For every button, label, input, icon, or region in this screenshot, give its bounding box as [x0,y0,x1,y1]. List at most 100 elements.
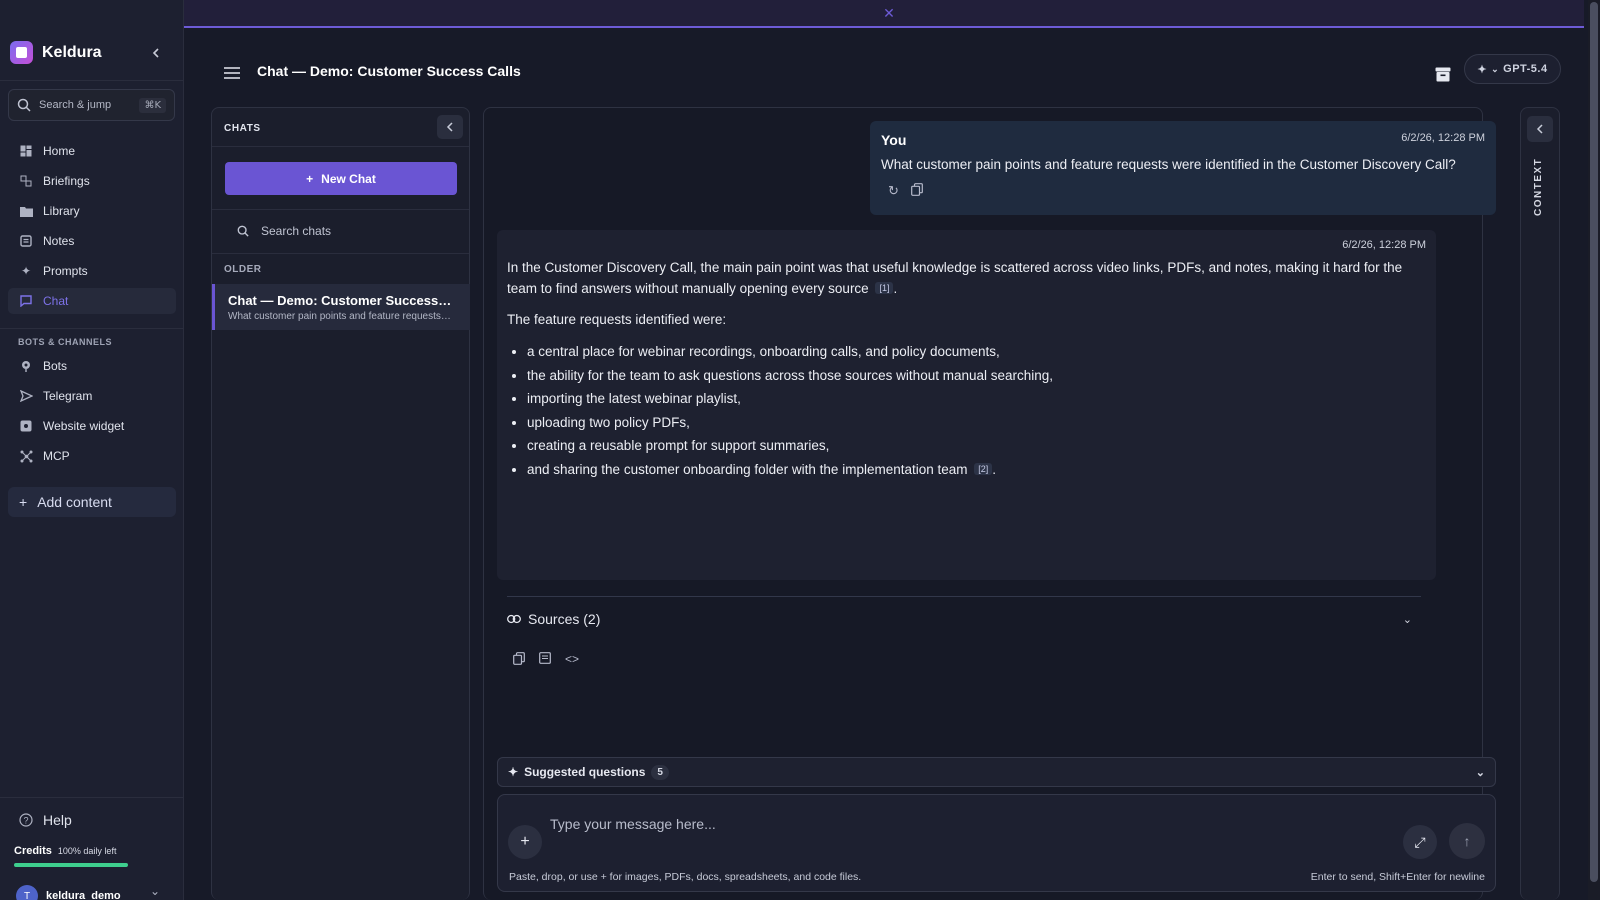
list-item: uploading two policy PDFs, [527,411,1422,435]
help-icon: ? [19,813,33,827]
context-label: CONTEXT [1533,157,1544,216]
credits-label: Credits [14,845,52,857]
sidebar-item-prompts[interactable]: ✦ Prompts [8,258,176,284]
divider [212,146,469,147]
sidebar-item-label: Chat [43,294,69,308]
sidebar-item-label: Briefings [43,174,90,188]
search-jump-button[interactable]: Search & jump ⌘K [8,89,175,121]
sparkle-icon: ✦ [20,264,32,278]
list-item-text: and sharing the customer onboarding fold… [527,461,968,477]
sidebar-item-notes[interactable]: Notes [8,228,176,254]
help-label: Help [43,812,72,828]
citation-badge[interactable]: [2] [974,462,993,475]
chat-list-item[interactable]: Chat — Demo: Customer Success Calls What… [212,284,470,330]
add-content-label: Add content [37,494,112,510]
suggested-questions-toggle[interactable]: ✦ Suggested questions 5 ⌄ [497,757,1496,787]
header: Chat — Demo: Customer Success Calls ✦ ⌄ … [184,30,1584,110]
sidebar-item-label: MCP [43,449,70,463]
sparkle-icon: ✦ [1477,63,1488,76]
telegram-icon [19,389,33,403]
retry-icon[interactable]: ↻ [888,183,899,199]
user-message: You 6/2/26, 12:28 PM What customer pain … [870,121,1496,215]
plus-icon: + [306,171,314,186]
expand-icon: ⤢ [1414,833,1426,850]
help-button[interactable]: ? Help [19,812,72,828]
close-icon[interactable]: ✕ [883,5,895,22]
list-item: and sharing the customer onboarding fold… [527,458,1422,482]
plus-icon: + [19,494,28,510]
briefings-icon [19,174,33,188]
sidebar-item-label: Library [43,204,80,218]
home-icon [19,144,33,158]
chevron-left-icon [152,48,159,58]
new-chat-label: New Chat [321,171,376,186]
sidebar-item-home[interactable]: Home [8,138,176,164]
sidebar-item-chat[interactable]: Chat [8,288,176,314]
sidebar-collapse-button[interactable] [144,43,168,63]
attach-button[interactable]: + [508,825,542,859]
shortcut-badge: ⌘K [139,97,166,113]
expand-button[interactable]: ⤢ [1403,825,1437,859]
sidebar-item-label: Prompts [43,264,88,278]
sidebar-item-label: Home [43,144,76,158]
chevron-down-icon[interactable]: ⌄ [150,884,160,898]
add-content-button[interactable]: + Add content [8,487,176,517]
chat-list-item-title: Chat — Demo: Customer Success Calls [228,293,453,308]
sources-label: Sources (2) [528,611,601,627]
sources-toggle[interactable]: Sources (2) ⌄ [507,611,1412,627]
list-item: creating a reusable prompt for support s… [527,434,1422,458]
context-expand-button[interactable] [1527,116,1553,142]
citation-badge[interactable]: [1] [875,282,894,294]
search-chats-input[interactable]: Search chats [225,216,457,246]
search-icon [17,98,31,112]
assistant-message: 6/2/26, 12:28 PM In the Customer Discove… [497,230,1436,666]
scrollbar-thumb[interactable] [1590,2,1598,882]
message-input[interactable] [550,811,1370,837]
brand[interactable]: Keldura [10,41,102,64]
arrow-up-icon: ↑ [1463,833,1471,849]
archive-button[interactable] [1432,63,1454,85]
chevron-left-icon [446,122,453,132]
chevron-down-icon: ⌄ [1475,766,1485,779]
page-title: Chat — Demo: Customer Success Calls [257,63,521,79]
sidebar-item-bots[interactable]: Bots [8,353,176,379]
sidebar-item-library[interactable]: Library [8,198,176,224]
sidebar-item-label: Telegram [43,389,93,403]
sidebar-item-telegram[interactable]: Telegram [8,383,176,409]
sidebar-item-label: Bots [43,359,68,373]
save-note-icon[interactable] [539,652,551,668]
message-paragraph: The feature requests identified were: [507,312,727,327]
credits: Credits 100% daily left [14,845,116,857]
bot-icon [19,359,33,373]
chats-title: CHATS [224,123,261,134]
copy-icon[interactable] [911,183,923,199]
message-paragraph: In the Customer Discovery Call, the main… [507,260,1403,296]
paragraph-text: In the Customer Discovery Call, the main… [507,260,1403,296]
archive-icon [1435,67,1451,81]
widget-icon [19,419,33,433]
list-item: a central place for webinar recordings, … [527,340,1422,364]
message-body: In the Customer Discovery Call, the main… [507,257,1422,481]
chat-list-item-preview: What customer pain points and feature re… [228,311,453,322]
avatar: T [16,885,38,900]
send-button[interactable]: ↑ [1449,823,1485,859]
sidebar-item-mcp[interactable]: MCP [8,443,176,469]
menu-icon[interactable] [224,64,240,84]
sidebar: Keldura Search & jump ⌘K Home Briefings … [0,0,184,900]
credits-value: 100% daily left [57,846,117,856]
chevron-left-icon [1536,124,1543,134]
group-label: OLDER [224,264,262,275]
code-icon[interactable]: <> [565,652,579,668]
chats-collapse-button[interactable] [437,115,463,139]
new-chat-button[interactable]: + New Chat [225,162,457,195]
sidebar-item-briefings[interactable]: Briefings [8,168,176,194]
scrollbar[interactable] [1588,0,1600,900]
message-actions: ↻ [888,183,923,199]
user-menu[interactable]: T keldura_demo [16,885,121,900]
sidebar-item-website-widget[interactable]: Website widget [8,413,176,439]
copy-icon[interactable] [513,652,525,668]
message-actions: <> [513,652,579,668]
model-selector[interactable]: ✦ ⌄ GPT-5.4 [1464,54,1561,84]
folder-icon [19,204,33,218]
divider [212,253,469,254]
